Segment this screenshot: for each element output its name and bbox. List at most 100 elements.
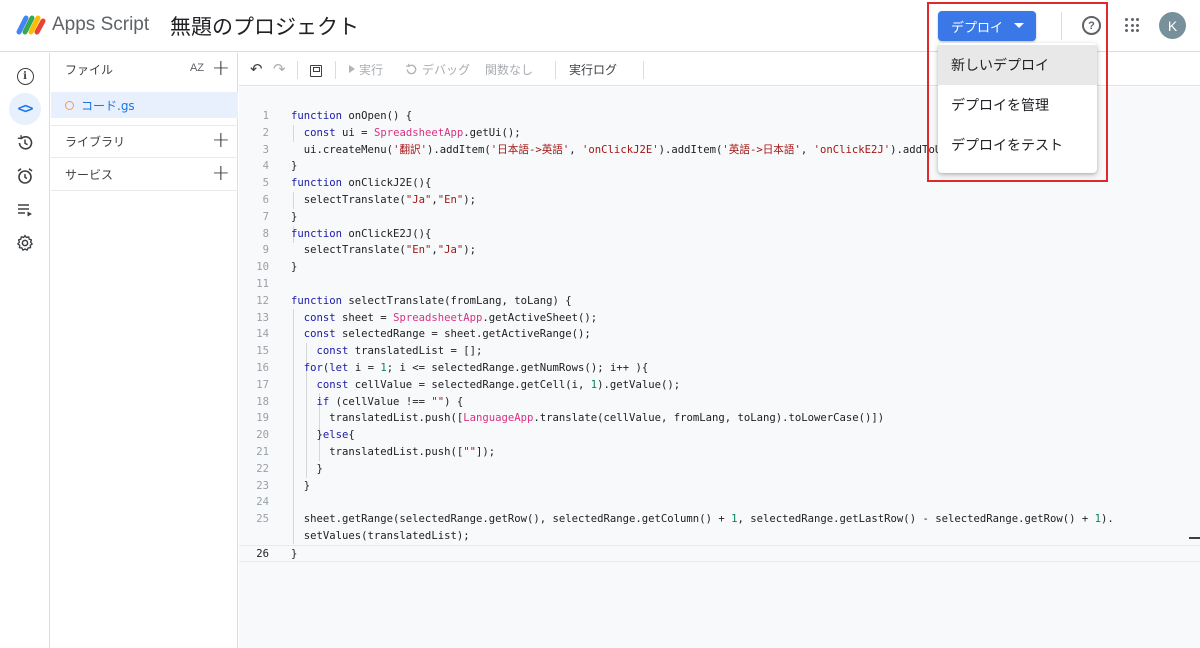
code-line: 9 selectTranslate("En","Ja"); — [239, 242, 1200, 259]
line-number: 26 — [256, 547, 269, 560]
save-icon — [310, 65, 322, 77]
add-file-icon[interactable]: + — [212, 56, 230, 81]
debug-button[interactable]: デバッグ — [405, 61, 470, 77]
versions-button[interactable] — [9, 127, 41, 159]
left-navigation-rail: i <> — [0, 53, 50, 648]
file-status-dot-icon — [65, 100, 74, 110]
code-line: 17 const cellValue = selectedRange.getCe… — [239, 377, 1200, 394]
execution-log-button[interactable]: 実行ログ — [569, 61, 617, 77]
code-line: 21 translatedList.push([""]); — [239, 444, 1200, 461]
code-text: function onOpen() { — [291, 110, 413, 122]
line-number: 9 — [262, 244, 269, 257]
line-number: 2 — [262, 126, 269, 139]
services-label: サービス — [65, 167, 114, 182]
undo-icon[interactable]: ↶ — [250, 60, 263, 78]
panel-divider — [51, 190, 238, 191]
file-name: コード.gs — [81, 98, 135, 113]
code-line: 14 const selectedRange = sheet.getActive… — [239, 326, 1200, 343]
code-text: const translatedList = []; — [316, 345, 483, 358]
code-line: 23 } — [239, 478, 1200, 495]
line-number: 24 — [256, 496, 269, 509]
code-text: translatedList.push([LanguageApp.transla… — [291, 412, 885, 425]
code-text: } — [291, 261, 298, 274]
code-line: 22 } — [239, 461, 1200, 478]
code-line: 16 for(let i = 1; i <= selectedRange.get… — [239, 360, 1200, 377]
executions-icon — [18, 204, 32, 217]
save-button[interactable] — [310, 63, 322, 79]
line-number: 20 — [256, 429, 269, 442]
alarm-clock-icon — [17, 168, 33, 184]
code-line: 26} — [239, 544, 1200, 562]
app-name: Apps Script — [52, 14, 150, 35]
code-line: 11 — [239, 276, 1200, 293]
sort-az-icon[interactable]: AZ — [190, 62, 204, 74]
debug-icon — [406, 63, 417, 74]
line-number: 7 — [262, 210, 269, 223]
code-text: selectTranslate("Ja","En"); — [291, 194, 476, 206]
highlight-annotation-box — [927, 2, 1108, 182]
line-number: 14 — [256, 328, 269, 341]
code-text: for(let i = 1; i <= selectedRange.getNum… — [303, 362, 649, 374]
play-icon — [349, 65, 355, 73]
services-row: サービス + — [51, 158, 238, 190]
files-label: ファイル — [65, 62, 114, 77]
code-icon: <> — [17, 101, 34, 117]
run-button[interactable]: 実行 — [349, 61, 383, 77]
line-number: 12 — [256, 294, 269, 307]
code-text: function onClickJ2E(){ — [291, 177, 432, 190]
code-text: translatedList.push([""]); — [291, 446, 496, 458]
line-number: 22 — [256, 462, 269, 475]
code-text: const sheet = SpreadsheetApp.getActiveSh… — [303, 311, 598, 324]
code-line: 19 translatedList.push([LanguageApp.tran… — [239, 410, 1200, 427]
line-number: 8 — [262, 227, 269, 240]
google-apps-icon[interactable] — [1125, 18, 1139, 32]
code-text: } — [291, 210, 298, 223]
line-number: 4 — [262, 160, 269, 173]
code-line: 18 if (cellValue !== "") { — [239, 394, 1200, 411]
function-select[interactable]: 関数なし — [485, 61, 533, 77]
line-number: 3 — [262, 143, 269, 156]
editor-button[interactable]: <> — [9, 93, 41, 125]
code-line: 20 }else{ — [239, 427, 1200, 444]
redo-icon[interactable]: ↷ — [273, 60, 286, 78]
files-panel: ファイル AZ + コード.gs ライブラリ + サービス + — [51, 53, 238, 648]
project-title[interactable]: 無題のプロジェクト — [170, 11, 359, 41]
line-number: 23 — [256, 479, 269, 492]
project-settings-button[interactable] — [9, 227, 41, 259]
line-number: 25 — [256, 513, 269, 526]
line-number: 17 — [256, 378, 269, 391]
code-text: const selectedRange = sheet.getActiveRan… — [303, 328, 591, 341]
account-avatar[interactable]: K — [1159, 12, 1186, 39]
triggers-button[interactable] — [9, 160, 41, 192]
code-text: selectTranslate("En","Ja"); — [291, 244, 476, 257]
code-line: 8 function onClickE2J(){ — [239, 226, 1200, 243]
line-number: 16 — [256, 362, 269, 374]
line-number: 19 — [256, 412, 269, 425]
code-text: sheet.getRange(selectedRange.getRow(), s… — [291, 513, 1114, 526]
history-icon — [17, 135, 33, 150]
add-service-icon[interactable]: + — [212, 161, 230, 186]
libraries-row: ライブラリ + — [51, 125, 238, 157]
line-number: 15 — [256, 345, 269, 358]
file-item-code-gs[interactable]: コード.gs — [51, 92, 238, 118]
apps-script-logo-icon — [16, 15, 46, 35]
code-line: 10} — [239, 259, 1200, 276]
code-line: 6 selectTranslate("Ja","En"); — [239, 192, 1200, 209]
libraries-label: ライブラリ — [65, 134, 126, 149]
code-line: 7} — [239, 209, 1200, 226]
code-text: const ui = SpreadsheetApp.getUi(); — [303, 126, 521, 139]
code-text: function onClickE2J(){ — [291, 227, 432, 240]
settings-gear-icon — [17, 234, 33, 251]
executions-button[interactable] — [9, 194, 41, 226]
line-number: 11 — [256, 278, 269, 290]
code-line: 15 const translatedList = []; — [239, 343, 1200, 360]
line-number: 18 — [256, 395, 269, 408]
add-library-icon[interactable]: + — [212, 128, 230, 153]
run-label: 実行 — [359, 62, 384, 77]
toolbar-divider — [335, 61, 336, 79]
overview-button[interactable]: i — [9, 60, 41, 92]
code-text: } — [291, 462, 323, 475]
code-line: 13 const sheet = SpreadsheetApp.getActiv… — [239, 310, 1200, 327]
code-line: 12 function selectTranslate(fromLang, toL… — [239, 293, 1200, 310]
code-text: } — [291, 160, 298, 173]
